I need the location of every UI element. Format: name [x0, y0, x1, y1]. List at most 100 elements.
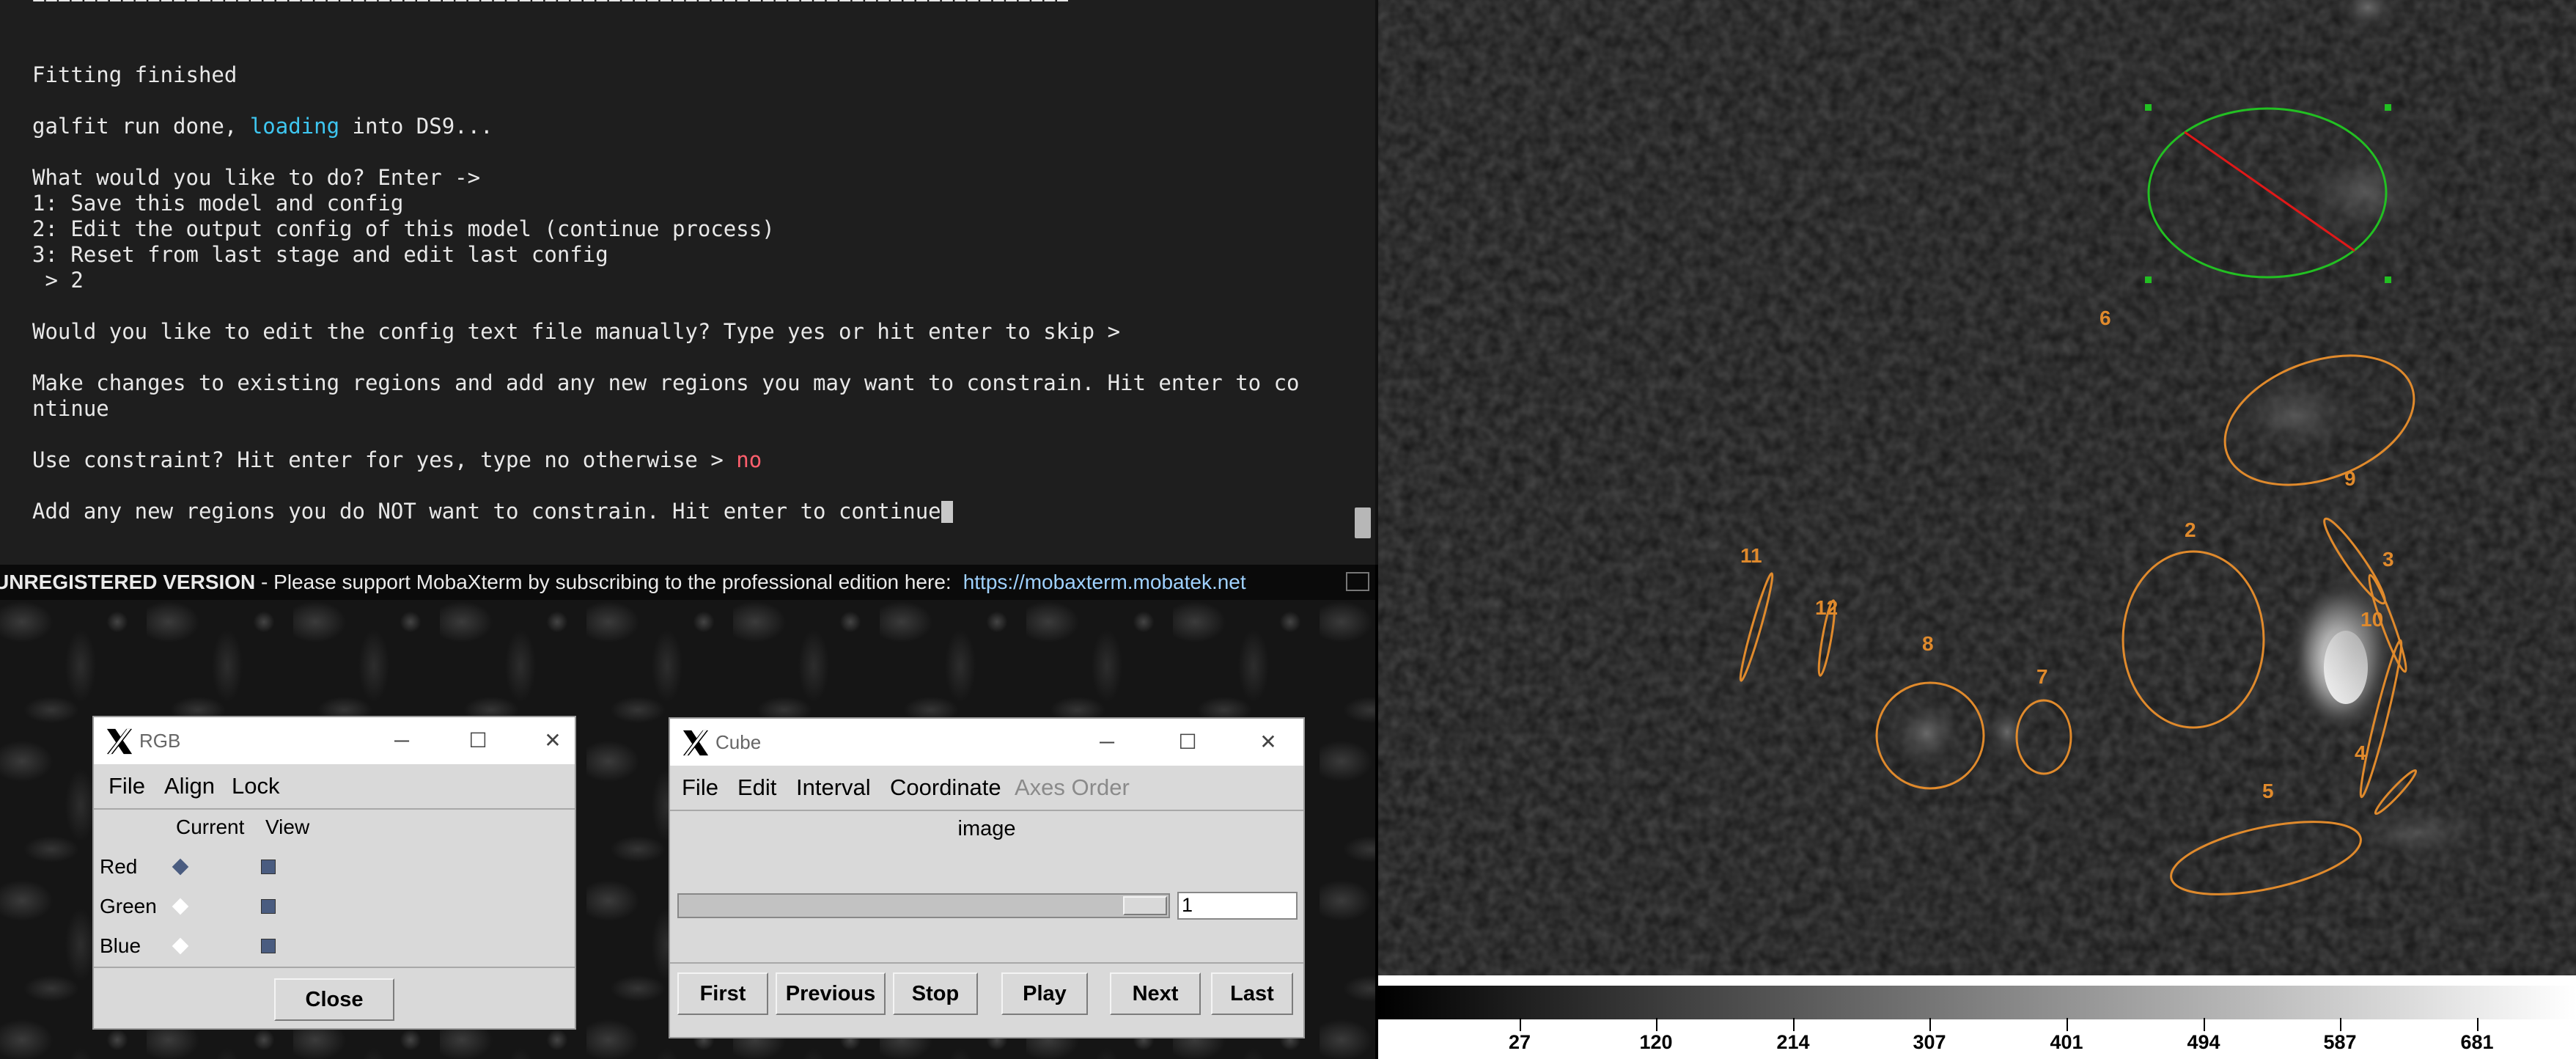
- rgb-channel-table: Current View Red Green Blue: [94, 810, 575, 964]
- menu-align[interactable]: Align: [164, 764, 215, 808]
- cube-titlebar[interactable]: Cube ─ ☐ ✕: [670, 719, 1303, 766]
- source-blob: [2276, 133, 2452, 251]
- close-icon[interactable]: ✕: [1246, 719, 1290, 766]
- ds9-colorbar[interactable]: 27 120 214 307 401 494 587 681: [1378, 975, 2576, 1059]
- mobatek-link[interactable]: https://mobaxterm.mobatek.net: [963, 571, 1246, 593]
- colorbar-tick: [1793, 1018, 1795, 1031]
- minimize-icon[interactable]: ─: [380, 717, 424, 764]
- terminal-line: Fitting finished: [32, 62, 238, 87]
- colorbar-tick-label: 681: [2460, 1031, 2494, 1053]
- rgb-window: RGB ─ ☐ ✕ File Align Lock Current View R…: [92, 716, 576, 1030]
- region-label: 11: [1740, 544, 1762, 567]
- source-blob: [2215, 364, 2377, 466]
- support-message: - Please support MobaXterm by subscribin…: [255, 571, 952, 593]
- colorbar-tick-label: 494: [2187, 1031, 2220, 1053]
- terminal-line: ntinue: [32, 396, 109, 421]
- first-button[interactable]: First: [677, 972, 768, 1015]
- terminal-scrollbar[interactable]: [1355, 507, 1371, 538]
- region-label: 10: [2360, 608, 2383, 631]
- colorbar-tick-label: 214: [1776, 1031, 1810, 1053]
- menu-file[interactable]: File: [682, 766, 718, 810]
- menu-axes-order[interactable]: Axes Order: [1015, 766, 1130, 810]
- monitor-icon[interactable]: [1346, 572, 1369, 591]
- colorbar-tick-label: 307: [1913, 1031, 1946, 1053]
- divider: [94, 967, 575, 968]
- region-label: 9: [2344, 467, 2356, 490]
- region-label: 5: [2262, 780, 2274, 802]
- colorbar-tick-label: 27: [1508, 1031, 1531, 1053]
- current-green-radio[interactable]: [172, 898, 189, 915]
- x11-logo-icon: [106, 728, 133, 755]
- slice-slider-track[interactable]: [677, 893, 1170, 918]
- region-label: 3: [2382, 548, 2394, 571]
- maximize-icon[interactable]: ☐: [1166, 719, 1210, 766]
- menu-coordinate[interactable]: Coordinate: [890, 766, 1001, 810]
- colorbar-tick: [2204, 1018, 2205, 1031]
- channel-red-label: Red: [100, 855, 138, 878]
- close-icon[interactable]: ✕: [531, 717, 575, 764]
- rgb-window-title: RGB: [139, 730, 181, 752]
- resize-handle[interactable]: [2385, 104, 2391, 111]
- cube-menubar: File Edit Interval Coordinate Axes Order: [670, 766, 1303, 811]
- maximize-icon[interactable]: ☐: [456, 717, 500, 764]
- rgb-menubar: File Align Lock: [94, 764, 575, 810]
- previous-button[interactable]: Previous: [776, 972, 886, 1015]
- cube-window-title: Cube: [715, 731, 762, 753]
- view-blue-checkbox[interactable]: [261, 939, 276, 953]
- cube-window: Cube ─ ☐ ✕ File Edit Interval Coordinate…: [669, 717, 1305, 1038]
- cube-image-label: image: [957, 817, 1016, 840]
- source-blob: [1982, 700, 2032, 764]
- minimize-icon[interactable]: ─: [1085, 719, 1129, 766]
- region-label: 12: [1815, 596, 1838, 619]
- resize-handle[interactable]: [2145, 104, 2152, 111]
- stop-button[interactable]: Stop: [893, 972, 978, 1015]
- close-button[interactable]: Close: [274, 978, 394, 1021]
- current-blue-radio[interactable]: [172, 937, 189, 955]
- slice-slider-thumb[interactable]: [1123, 896, 1167, 915]
- region-label: 2: [2185, 518, 2196, 541]
- x11-logo-icon: [682, 730, 709, 756]
- next-button[interactable]: Next: [1110, 972, 1201, 1015]
- menu-interval[interactable]: Interval: [796, 766, 871, 810]
- terminal-line: Use constraint? Hit enter for yes, type …: [32, 447, 737, 472]
- terminal-line: galfit run done,: [32, 114, 250, 139]
- colorbar-tick: [2340, 1018, 2341, 1031]
- terminal-window[interactable]: ========================================…: [0, 0, 1378, 565]
- ds9-image-frame[interactable]: 6 9 2 3 10 11 12 8 7 4 5: [1378, 0, 2576, 975]
- mobaxterm-status-bar: UNREGISTERED VERSION - Please support Mo…: [0, 565, 1375, 600]
- resize-handle[interactable]: [2385, 276, 2391, 283]
- view-red-checkbox[interactable]: [261, 860, 276, 874]
- slice-value-input[interactable]: 1: [1177, 892, 1298, 920]
- colorbar-tick: [2477, 1018, 2479, 1031]
- channel-blue-label: Blue: [100, 934, 141, 957]
- last-button[interactable]: Last: [1211, 972, 1293, 1015]
- desktop-background: RGB ─ ☐ ✕ File Align Lock Current View R…: [0, 600, 1375, 1059]
- region-label: 6: [2100, 307, 2111, 329]
- colorbar-tick-label: 587: [2323, 1031, 2357, 1053]
- resize-handle[interactable]: [2145, 276, 2152, 283]
- colorbar-tick: [2067, 1018, 2068, 1031]
- terminal-divider: ========================================…: [32, 0, 1069, 10]
- channel-green-label: Green: [100, 895, 157, 917]
- view-green-checkbox[interactable]: [261, 899, 276, 914]
- terminal-line: Would you like to edit the config text f…: [32, 319, 1121, 344]
- current-red-radio[interactable]: [172, 858, 189, 876]
- terminal-line: 2: Edit the output config of this model …: [32, 216, 775, 241]
- region-label: 4: [2355, 741, 2366, 764]
- play-button[interactable]: Play: [1001, 972, 1088, 1015]
- colorbar-tick: [1656, 1018, 1657, 1031]
- menu-lock[interactable]: Lock: [232, 764, 279, 808]
- terminal-line: What would you like to do? Enter ->: [32, 165, 481, 190]
- region-label: 7: [2036, 665, 2048, 688]
- terminal-line: Add any new regions you do NOT want to c…: [32, 499, 941, 524]
- colorbar-gradient: [1378, 986, 2576, 1019]
- ds9-canvas[interactable]: 6 9 2 3 10 11 12 8 7 4 5: [1378, 0, 2576, 975]
- menu-edit[interactable]: Edit: [737, 766, 776, 810]
- terminal-cursor: [941, 501, 953, 523]
- unregistered-label: UNREGISTERED VERSION: [0, 571, 256, 593]
- colorbar-tick-label: 120: [1639, 1031, 1673, 1053]
- column-view-header: View: [265, 816, 310, 838]
- colorbar-tick: [1520, 1018, 1521, 1031]
- menu-file[interactable]: File: [108, 764, 145, 808]
- rgb-titlebar[interactable]: RGB ─ ☐ ✕: [94, 717, 575, 764]
